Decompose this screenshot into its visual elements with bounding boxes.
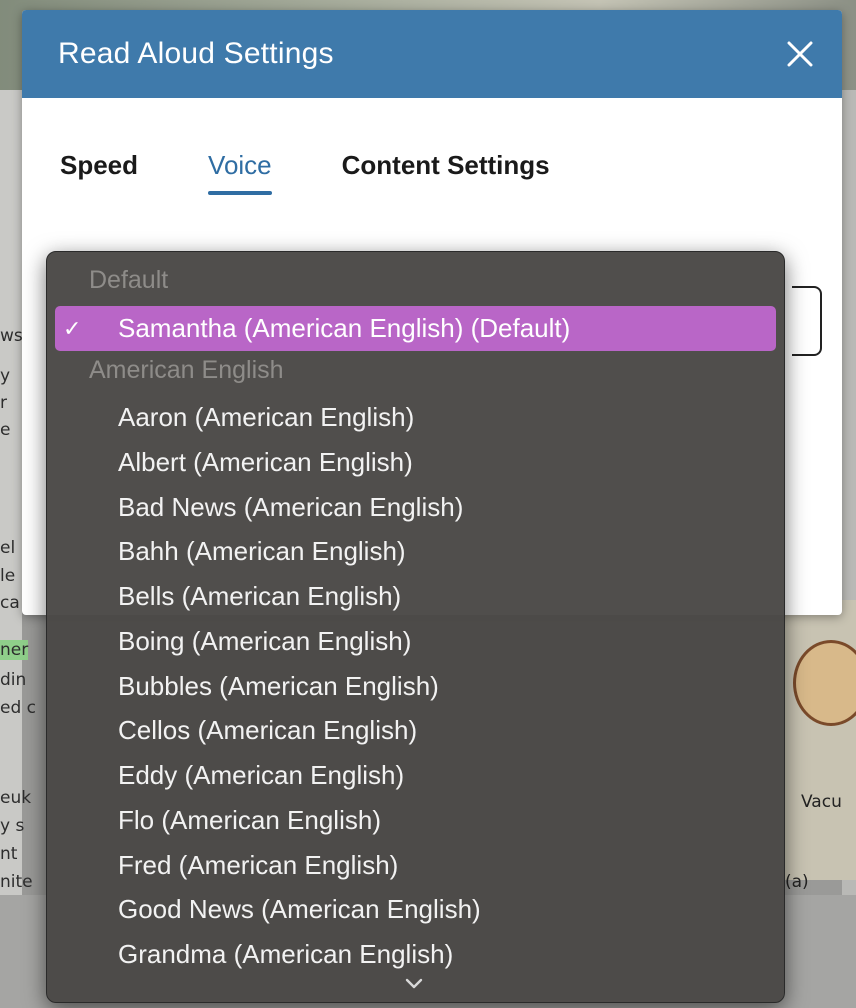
settings-tabs: Speed Voice Content Settings [60, 150, 550, 195]
voice-option[interactable]: Bubbles (American English) [55, 664, 776, 709]
voice-option[interactable]: Cellos (American English) [55, 708, 776, 753]
background-text-fragment: el [0, 538, 16, 558]
group-header-default: Default [89, 266, 169, 294]
close-button[interactable] [780, 34, 820, 74]
background-text-fragment: nt [0, 844, 18, 864]
voice-option[interactable]: Boing (American English) [55, 619, 776, 664]
background-cell-figure: Vacu (a) [785, 600, 856, 892]
background-text-fragment: y [0, 366, 11, 386]
voice-option[interactable]: Good News (American English) [55, 887, 776, 932]
background-text-fragment: ws [0, 326, 23, 346]
tab-speed[interactable]: Speed [60, 150, 138, 195]
background-text-fragment: e [0, 420, 11, 440]
background-text-fragment: nite [0, 872, 33, 892]
voice-option[interactable]: Aaron (American English) [55, 395, 776, 440]
background-text-fragment: ca [0, 593, 20, 613]
dialog-title: Read Aloud Settings [58, 37, 334, 70]
figure-label: (a) [785, 872, 809, 892]
background-text-fragment: ed c [0, 698, 37, 718]
voice-option-label: Samantha (American English) (Default) [118, 313, 571, 343]
figure-label: Vacu [801, 792, 842, 812]
chevron-down-icon [405, 978, 423, 989]
voice-option[interactable]: Eddy (American English) [55, 753, 776, 798]
cell-diagram [793, 640, 856, 726]
voice-dropdown-menu: Default ✓ Samantha (American English) (D… [46, 251, 785, 1003]
background-text-fragment: le [0, 566, 16, 586]
voice-option[interactable]: Fred (American English) [55, 843, 776, 888]
voice-option[interactable]: Flo (American English) [55, 798, 776, 843]
background-text-fragment: ner [0, 640, 29, 660]
close-icon [787, 41, 813, 67]
tab-content-settings[interactable]: Content Settings [342, 150, 550, 195]
voice-option[interactable]: Bahh (American English) [55, 529, 776, 574]
background-text-fragment: din [0, 670, 27, 690]
voice-option[interactable]: Bad News (American English) [55, 485, 776, 530]
scroll-down-button[interactable] [399, 972, 429, 996]
voice-option[interactable]: Grandma (American English) [55, 932, 776, 977]
voice-option[interactable]: Albert (American English) [55, 440, 776, 485]
voice-option-selected[interactable]: ✓ Samantha (American English) (Default) [55, 306, 776, 351]
group-header-american-english: American English [89, 356, 284, 384]
voice-select[interactable] [792, 286, 822, 356]
dialog-header: Read Aloud Settings [22, 10, 842, 98]
background-text-fragment: y s [0, 816, 25, 836]
voice-option[interactable]: Bells (American English) [55, 574, 776, 619]
checkmark-icon: ✓ [63, 316, 82, 341]
background-text-column: ws y r e el le ca ner din ed c euk y s n… [0, 90, 36, 1008]
tab-voice[interactable]: Voice [208, 150, 272, 195]
background-text-fragment: euk [0, 788, 32, 808]
background-text-fragment: r [0, 393, 7, 413]
screen: ws y r e el le ca ner din ed c euk y s n… [0, 0, 856, 1008]
